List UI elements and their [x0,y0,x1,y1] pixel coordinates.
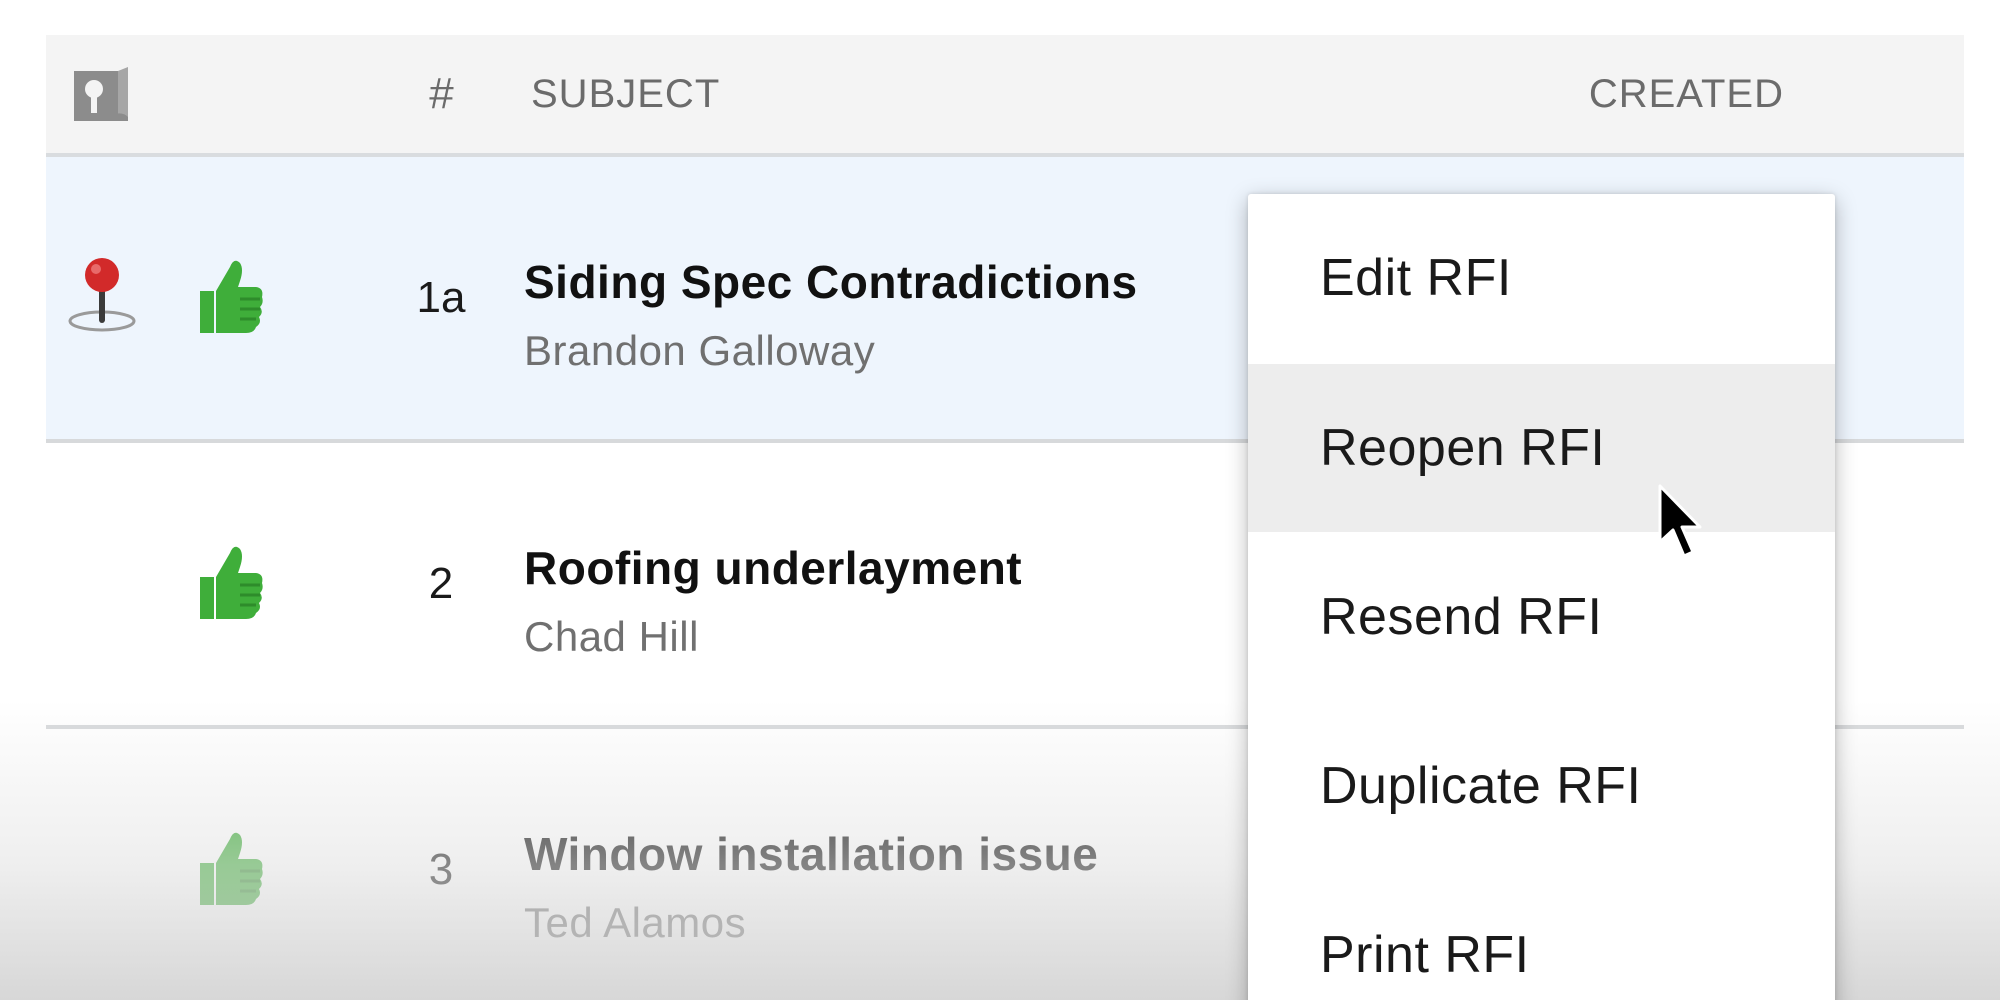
rfi-author: Brandon Galloway [524,327,876,374]
rfi-number: 2 [428,559,454,608]
rfi-context-menu: Edit RFI Reopen RFI Resend RFI Duplicate… [1248,194,1835,1000]
mouse-pointer-icon [1658,484,1702,558]
rfi-subject: Roofing underlayment [524,542,1023,594]
menu-item-print-rfi[interactable]: Print RFI [1248,871,1835,1000]
rfi-number: 1a [416,273,466,322]
rfi-list-screen: # SUBJECT CREATED 1a Siding Spec Contrad… [0,0,2000,1000]
table-header: # SUBJECT CREATED [46,35,1964,157]
plans-sheet-icon[interactable] [72,65,132,125]
thumbs-up-icon [200,260,263,333]
menu-item-resend-rfi[interactable]: Resend RFI [1248,533,1835,701]
menu-item-edit-rfi[interactable]: Edit RFI [1248,194,1835,362]
column-header-number[interactable]: # [382,35,502,153]
thumbs-up-icon [200,546,263,619]
rfi-subject: Siding Spec Contradictions [524,256,1138,308]
rfi-author: Ted Alamos [524,899,747,946]
menu-item-duplicate-rfi[interactable]: Duplicate RFI [1248,702,1835,870]
rfi-author: Chad Hill [524,613,699,660]
column-header-subject[interactable]: SUBJECT [531,35,720,153]
location-pin-icon [68,258,136,332]
column-header-created[interactable]: CREATED [1589,35,1784,153]
rfi-number: 3 [428,845,454,894]
rfi-subject: Window installation issue [524,828,1099,880]
menu-item-reopen-rfi[interactable]: Reopen RFI [1248,364,1835,532]
thumbs-up-icon [200,832,263,905]
